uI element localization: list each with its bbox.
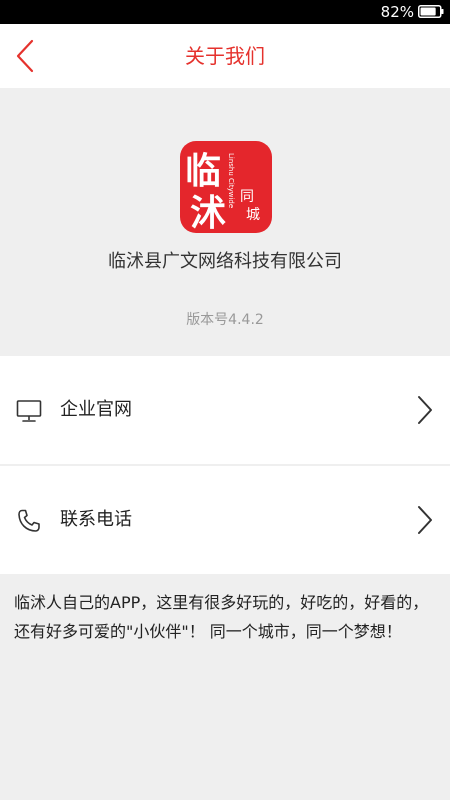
page-title: 关于我们 [185,44,265,68]
menu-item-phone[interactable]: 联系电话 [0,466,450,574]
app-info-header: 临 沭 同 城 Linshu Citywide 临沭县广文网络科技有限公司 版本… [0,88,450,354]
menu-item-label: 企业官网 [60,399,132,420]
app-logo: 临 沭 同 城 Linshu Citywide [180,141,272,233]
logo-latin-text: Linshu Citywide [227,153,235,208]
logo-side-text-bottom: 城 [246,207,260,223]
chevron-right-icon [418,396,432,424]
menu-item-website[interactable]: 企业官网 [0,356,450,464]
menu-item-label: 联系电话 [60,509,132,530]
battery-percent: 82% [380,3,414,21]
logo-side-text-top: 同 [240,189,254,205]
phone-icon [18,509,40,532]
logo-main-text-top: 临 [185,150,221,192]
version-label: 版本号4.4.2 [186,312,264,328]
app-description: 临沭人自己的APP，这里有很多好玩的，好吃的，好看的，还有好多可爱的"小伙伴"！… [0,574,450,800]
company-name: 临沭县广文网络科技有限公司 [108,251,342,272]
monitor-icon [16,400,42,422]
nav-bar: 关于我们 [0,24,450,88]
app-logo-graphic: 临 沭 同 城 Linshu Citywide [185,150,260,233]
logo-main-text-bottom: 沭 [190,192,226,233]
battery-icon [418,5,444,18]
status-bar: 82% [0,0,450,24]
chevron-right-icon [418,506,432,534]
